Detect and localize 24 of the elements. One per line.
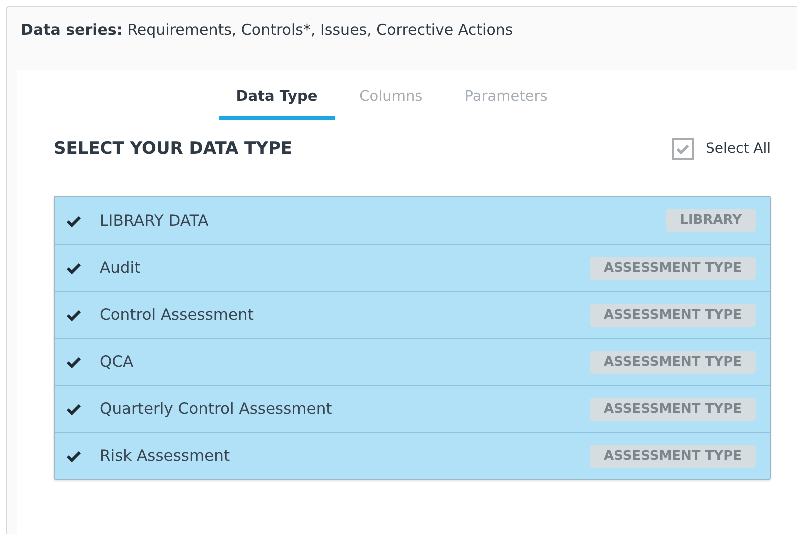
data-type-name: Risk Assessment (100, 447, 232, 465)
type-tag: ASSESSMENT TYPE (590, 256, 756, 280)
data-type-row[interactable]: LIBRARY DATA LIBRARY (55, 197, 770, 244)
select-all-label: Select All (706, 141, 771, 157)
data-type-row[interactable]: QCA ASSESSMENT TYPE (55, 338, 770, 385)
data-type-row[interactable]: Control Assessment ASSESSMENT TYPE (55, 291, 770, 338)
data-type-name: Control Assessment (100, 306, 255, 324)
tab[interactable]: Data Type (219, 85, 335, 120)
data-type-row[interactable]: Risk Assessment ASSESSMENT TYPE (55, 432, 770, 479)
data-type-row[interactable]: Quarterly Control Assessment ASSESSMENT TYPE (55, 385, 770, 432)
type-tag: ASSESSMENT TYPE (590, 444, 756, 468)
select-all-checkbox[interactable] (672, 138, 694, 160)
type-tag: ASSESSMENT TYPE (590, 304, 756, 326)
type-tag: ASSESSMENT TYPE (590, 398, 756, 420)
data-series-text: Data series: Requirements, Controls*, Issues, Corrective Actions (20, 20, 514, 41)
data-type-name: QCA (100, 353, 135, 371)
type-tag: LIBRARY (666, 209, 756, 232)
check-icon (676, 142, 690, 156)
data-type-name: Audit (100, 259, 142, 277)
type-tag: ASSESSMENT TYPE (590, 350, 756, 374)
data-type-name: Quarterly Control Assessment (100, 400, 334, 418)
section-title: SELECT YOUR DATA TYPE (54, 139, 293, 159)
data-type-row[interactable]: Audit ASSESSMENT TYPE (55, 244, 770, 291)
data-type-name: LIBRARY DATA (100, 212, 210, 230)
